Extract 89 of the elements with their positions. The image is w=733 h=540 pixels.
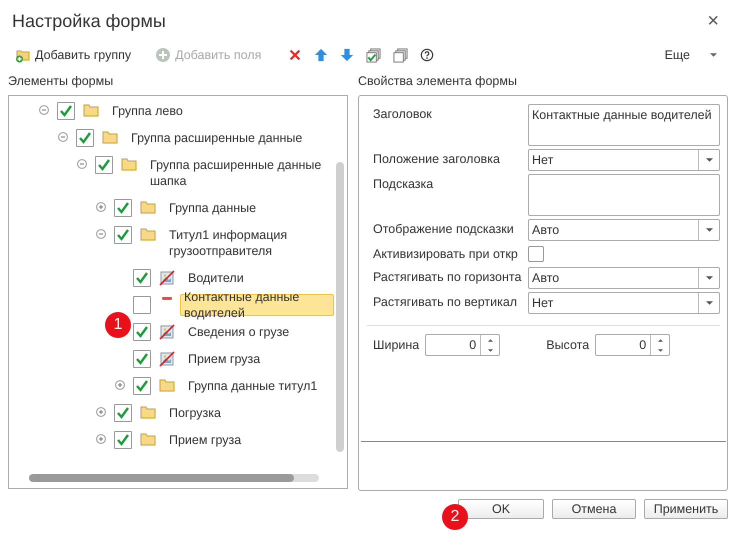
- expand-icon[interactable]: [96, 202, 106, 212]
- number-field[interactable]: 0: [595, 334, 670, 356]
- up-arrow-icon[interactable]: [314, 48, 328, 62]
- spin-down-icon[interactable]: [488, 348, 493, 352]
- expand-icon[interactable]: [96, 407, 106, 417]
- caret-icon: [706, 301, 712, 305]
- collapse-icon[interactable]: [39, 105, 49, 115]
- tree-item[interactable]: Группа расширенные данные: [126, 126, 308, 148]
- checkbox[interactable]: [133, 296, 151, 314]
- crossed-image-icon: [159, 270, 175, 286]
- checkbox[interactable]: [114, 226, 132, 244]
- checkbox[interactable]: [114, 430, 132, 448]
- collapse-icon[interactable]: [96, 229, 106, 239]
- field-label: Подсказка: [373, 176, 434, 193]
- panel-heading: Элементы формы: [8, 73, 114, 90]
- folder-icon: [102, 130, 118, 144]
- checkbox[interactable]: [133, 268, 151, 286]
- folder-icon: [140, 200, 156, 214]
- collapse-icon[interactable]: [58, 132, 68, 142]
- text-area[interactable]: [528, 174, 720, 216]
- tree-item[interactable]: Водители: [183, 266, 249, 288]
- checkbox[interactable]: [133, 376, 151, 394]
- field-label: Ширина: [373, 338, 420, 352]
- checkbox[interactable]: [133, 322, 151, 340]
- field-label: Активизировать при откр: [373, 246, 519, 263]
- tree-item[interactable]: Титул1 информация грузоотправителя: [164, 224, 334, 262]
- tree-item[interactable]: Группа лево: [107, 100, 188, 122]
- field-label: Отображение подсказки: [373, 221, 515, 238]
- tree-item[interactable]: Погрузка: [164, 402, 226, 424]
- dialog-button[interactable]: OK: [458, 499, 544, 519]
- spin-down-icon[interactable]: [658, 348, 663, 352]
- uncheck-all-icon[interactable]: [393, 48, 408, 62]
- number-field[interactable]: 0: [425, 334, 500, 356]
- more-menu[interactable]: Еще: [660, 46, 721, 64]
- caret-icon: [710, 53, 717, 57]
- folder-icon: [159, 378, 175, 392]
- tree-item[interactable]: Группа данные: [164, 196, 262, 218]
- dropdown-field[interactable]: Авто: [528, 267, 720, 289]
- checkbox[interactable]: [57, 102, 75, 120]
- folder-icon: [140, 226, 156, 240]
- checkbox[interactable]: [114, 404, 132, 422]
- tree-item[interactable]: Группа расширенные данные шапка: [145, 154, 334, 192]
- dropdown-field[interactable]: Авто: [528, 219, 720, 241]
- dropdown-field[interactable]: Нет: [528, 149, 720, 171]
- dialog-button[interactable]: Применить: [644, 499, 728, 519]
- spin-up-icon[interactable]: [488, 338, 493, 342]
- checkbox[interactable]: [95, 156, 113, 174]
- help-icon[interactable]: [420, 48, 434, 62]
- collapse-icon[interactable]: [77, 159, 87, 169]
- plus-icon: [155, 47, 172, 63]
- tree-item[interactable]: Прием груза: [164, 428, 246, 450]
- folder-icon: [140, 404, 156, 418]
- caret-icon: [706, 276, 712, 280]
- close-button[interactable]: ×: [705, 11, 721, 31]
- checkbox[interactable]: [114, 198, 132, 216]
- tree-item[interactable]: Прием груза: [183, 348, 266, 370]
- field-label: Положение заголовка: [373, 151, 501, 168]
- field-label: Высота: [546, 338, 590, 352]
- folder-icon: [140, 432, 156, 446]
- spin-up-icon[interactable]: [658, 338, 663, 342]
- dropdown-field[interactable]: Нет: [528, 292, 720, 314]
- add-group-button[interactable]: Добавить группу: [12, 45, 134, 65]
- folder-icon: [121, 156, 137, 170]
- delete-icon[interactable]: [288, 48, 302, 62]
- checkbox[interactable]: [76, 128, 94, 146]
- text-area[interactable]: Контактные данные водителей: [528, 104, 720, 146]
- callout-badge: 1: [105, 312, 131, 338]
- crossed-image-icon: [159, 350, 175, 366]
- tree-item[interactable]: Группа данные титул1: [183, 374, 322, 396]
- expand-icon[interactable]: [96, 434, 106, 444]
- field-label: Заголовок: [373, 106, 433, 123]
- caret-icon: [706, 158, 712, 162]
- field-label: Растягивать по горизонта: [373, 269, 522, 286]
- callout-badge: 2: [442, 504, 468, 530]
- dialog-button[interactable]: Отмена: [552, 499, 636, 519]
- check-all-icon[interactable]: [366, 48, 382, 62]
- horizontal-scrollbar[interactable]: [29, 474, 319, 482]
- field-label: Растягивать по вертикал: [373, 294, 518, 311]
- minus-icon: [162, 296, 172, 300]
- crossed-image-icon: [159, 324, 175, 340]
- window-title: Настройка формы: [12, 10, 166, 32]
- folder-icon: [83, 102, 99, 116]
- checkbox[interactable]: [528, 246, 544, 262]
- tree-item[interactable]: Сведения о грузе: [183, 320, 294, 342]
- down-arrow-icon[interactable]: [340, 48, 354, 62]
- expand-icon[interactable]: [115, 380, 125, 390]
- panel-heading: Свойства элемента формы: [358, 73, 518, 90]
- checkbox[interactable]: [133, 350, 151, 368]
- caret-icon: [706, 228, 712, 232]
